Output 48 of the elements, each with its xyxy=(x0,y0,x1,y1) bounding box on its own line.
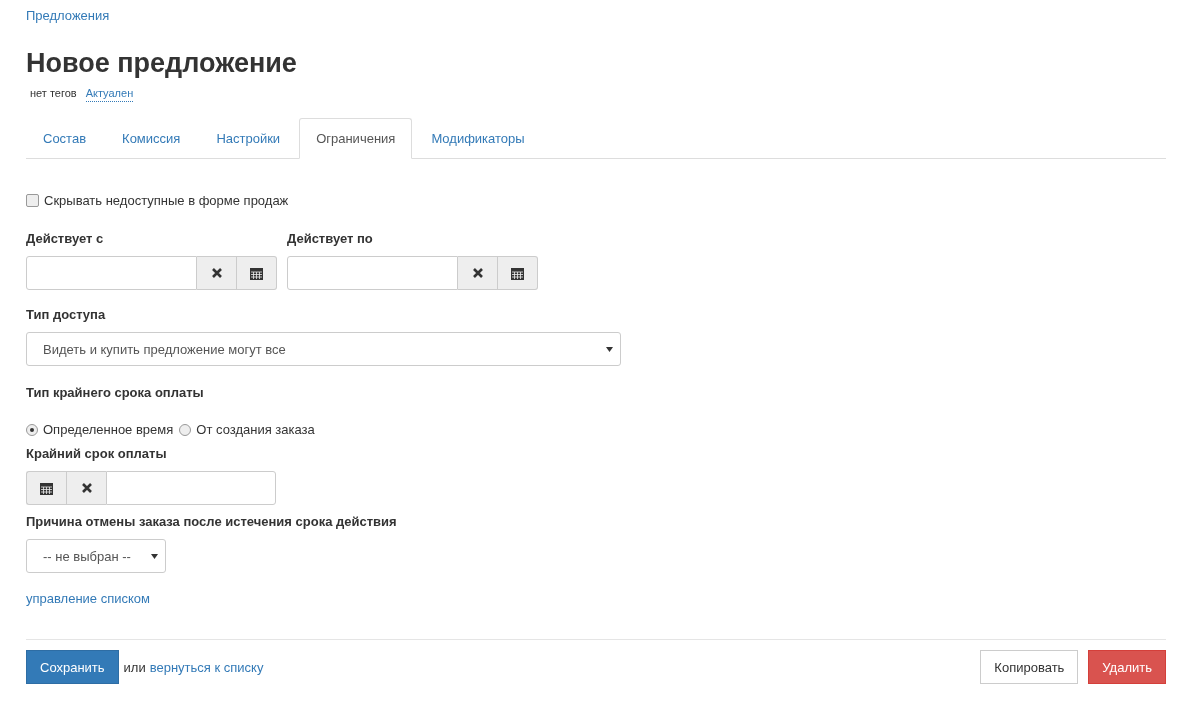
checkbox-label: Скрывать недоступные в форме продаж xyxy=(44,193,289,208)
clear-button[interactable] xyxy=(458,256,498,290)
tab[interactable]: Настройки xyxy=(199,118,298,158)
calendar-button[interactable] xyxy=(237,256,277,290)
date-input-field[interactable] xyxy=(287,256,458,290)
page-title: Новое предложение xyxy=(26,47,297,80)
field-label: Причина отмены заказа после истечения срока действия xyxy=(26,513,397,531)
clear-button[interactable] xyxy=(66,471,106,505)
status-link[interactable]: Актуален xyxy=(85,85,134,102)
calendar-button[interactable] xyxy=(498,256,538,290)
manage-list-link[interactable]: управление списком xyxy=(26,589,150,609)
tab[interactable]: Комиссия xyxy=(105,118,198,158)
calendar-icon xyxy=(511,266,524,280)
radio-label: Определенное время xyxy=(43,422,174,437)
field-label: Крайний срок оплаты xyxy=(26,445,167,463)
close-icon xyxy=(80,482,93,494)
or-text: или xyxy=(123,659,146,675)
close-icon xyxy=(471,267,484,279)
radio-button[interactable] xyxy=(26,423,38,436)
date-input-field[interactable] xyxy=(106,471,276,505)
breadcrumb-link[interactable]: Предложения xyxy=(26,6,110,26)
copy-button[interactable]: Копировать xyxy=(980,650,1079,684)
clear-button[interactable] xyxy=(197,256,237,290)
select-value: -- не выбран -- xyxy=(43,548,131,564)
field-label: Действует с xyxy=(26,230,105,248)
close-icon xyxy=(210,267,223,279)
caret-icon xyxy=(606,347,613,352)
tab[interactable]: Ограничения xyxy=(299,118,413,159)
caret-icon xyxy=(151,554,158,559)
select-value: Видеть и купить предложение могут все xyxy=(43,341,286,357)
date-input-field[interactable] xyxy=(26,256,197,290)
radio-label: От создания заказа xyxy=(196,422,315,437)
delete-button[interactable]: Удалить xyxy=(1088,650,1166,684)
calendar-icon xyxy=(40,481,53,495)
access-type-select[interactable]: Видеть и купить предложение могут все xyxy=(26,332,621,366)
tab[interactable]: Модификаторы xyxy=(414,118,542,158)
back-to-list-link[interactable]: вернуться к списку xyxy=(149,659,264,675)
calendar-icon xyxy=(250,266,263,280)
cancel-reason-select[interactable]: -- не выбран -- xyxy=(26,539,166,573)
field-label: Действует по xyxy=(287,230,374,248)
field-label: Тип крайнего срока оплаты xyxy=(26,384,204,402)
field-label: Тип доступа xyxy=(26,306,106,324)
calendar-button[interactable] xyxy=(26,471,66,505)
tags-label: нет тегов xyxy=(30,86,77,101)
tab[interactable]: Состав xyxy=(26,118,104,158)
save-button[interactable]: Сохранить xyxy=(26,650,119,684)
checkbox[interactable] xyxy=(26,194,39,207)
radio-button[interactable] xyxy=(179,423,192,436)
